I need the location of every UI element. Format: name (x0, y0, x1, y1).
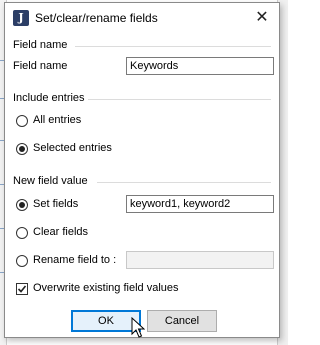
rename-field-label[interactable]: Rename field to : (33, 254, 116, 266)
radio-selected-dot (19, 146, 25, 152)
rename-field-input[interactable] (126, 251, 274, 269)
dialog-title: Set/clear/rename fields (35, 11, 158, 25)
dialog-content: Field name Field name Include entries Al… (5, 33, 279, 337)
mouse-pointer-icon (131, 317, 145, 338)
group-divider (97, 182, 271, 183)
group-divider (75, 46, 271, 47)
set-clear-rename-fields-dialog: J Set/clear/rename fields ✕ Field name F… (4, 2, 280, 338)
overwrite-checkbox[interactable] (16, 283, 28, 295)
overwrite-label[interactable]: Overwrite existing field values (33, 282, 179, 294)
checkmark-icon (17, 285, 27, 293)
all-entries-radio[interactable] (16, 115, 28, 127)
clear-fields-label[interactable]: Clear fields (33, 226, 88, 238)
set-fields-label[interactable]: Set fields (33, 198, 78, 210)
set-fields-input[interactable] (126, 195, 274, 213)
radio-selected-dot (19, 202, 25, 208)
clear-fields-radio[interactable] (16, 227, 28, 239)
set-fields-radio[interactable] (16, 199, 28, 211)
all-entries-label[interactable]: All entries (33, 114, 81, 126)
close-icon[interactable]: ✕ (245, 3, 279, 33)
field-name-group-title: Field name (13, 39, 68, 51)
field-name-label: Field name (13, 60, 68, 72)
field-name-input[interactable] (126, 57, 274, 75)
group-divider (88, 99, 271, 100)
selected-entries-label[interactable]: Selected entries (33, 142, 112, 154)
selected-entries-radio[interactable] (16, 143, 28, 155)
jabref-icon: J (13, 10, 29, 26)
rename-field-radio[interactable] (16, 255, 28, 267)
new-field-value-group-title: New field value (13, 175, 88, 187)
title-bar: J Set/clear/rename fields ✕ (5, 3, 279, 33)
include-entries-group-title: Include entries (13, 92, 85, 104)
cancel-button[interactable]: Cancel (147, 310, 217, 332)
